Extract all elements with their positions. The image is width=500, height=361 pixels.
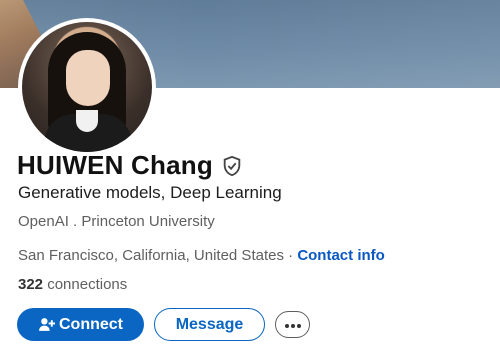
connections-label: connections xyxy=(43,276,128,293)
name-row: HUIWEN Chang xyxy=(17,150,243,181)
contact-info-link[interactable]: Contact info xyxy=(297,247,385,264)
avatar-face xyxy=(66,50,110,106)
profile-headline: Generative models, Deep Learning xyxy=(18,183,282,202)
ellipsis-icon xyxy=(284,316,302,334)
connections-count: 322 xyxy=(18,276,44,293)
message-label: Message xyxy=(175,315,244,333)
org-separator: . xyxy=(68,213,82,230)
location-separator: · xyxy=(283,247,298,264)
org-row: OpenAI . Princeton University xyxy=(18,213,215,230)
profile-name: HUIWEN Chang xyxy=(17,150,213,180)
avatar[interactable] xyxy=(18,18,156,156)
connect-button[interactable]: Connect xyxy=(17,308,144,341)
avatar-collar xyxy=(76,110,98,132)
more-actions-button[interactable] xyxy=(275,311,310,338)
org-name[interactable]: OpenAI xyxy=(18,213,69,230)
message-button[interactable]: Message xyxy=(154,308,265,341)
location-text: San Francisco, California, United States xyxy=(18,247,284,264)
add-user-icon xyxy=(38,316,55,333)
shield-check-icon[interactable] xyxy=(221,155,243,177)
avatar-photo xyxy=(22,22,152,152)
school-name[interactable]: Princeton University xyxy=(81,213,214,230)
profile-actions: Connect Message xyxy=(17,308,310,341)
connect-label: Connect xyxy=(59,315,123,333)
connections-row[interactable]: 322 connections xyxy=(18,276,127,293)
location-row: San Francisco, California, United States… xyxy=(18,247,385,264)
